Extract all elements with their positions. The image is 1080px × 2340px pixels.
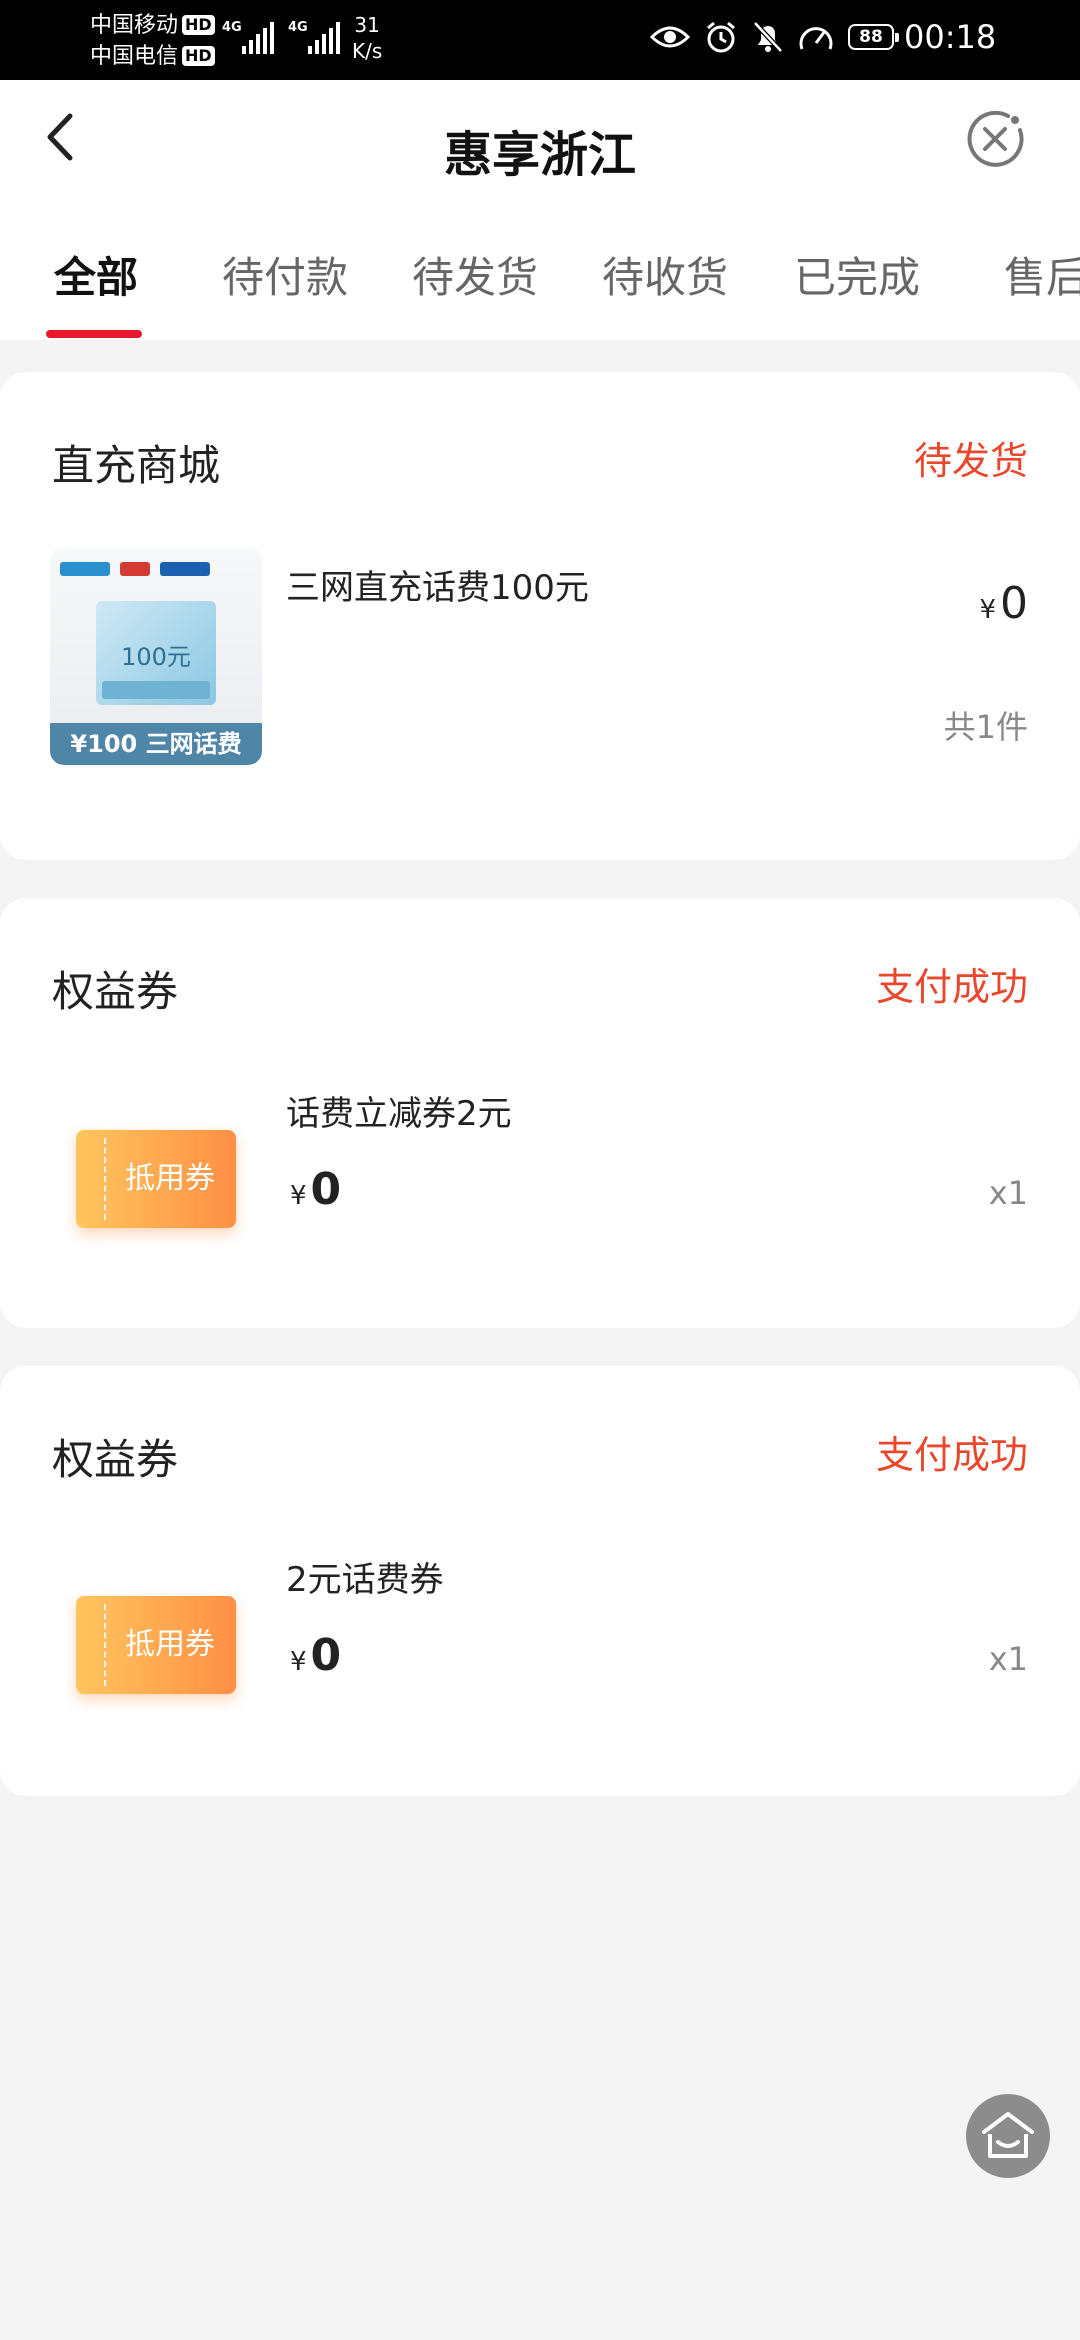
tab-pending-payment[interactable]: 待付款 — [222, 244, 348, 305]
clock: 00:18 — [904, 18, 997, 56]
order-status: 待发货 — [913, 439, 1028, 483]
network-speed: 31 K/s — [352, 13, 383, 63]
order-card[interactable]: 权益券 支付成功 抵用券 2元话费券 ¥0 x1 — [0, 1366, 1080, 1796]
floating-home-button[interactable] — [966, 2094, 1050, 2178]
tab-pending-shipment[interactable]: 待发货 — [412, 244, 538, 305]
signal-icon: 4G — [288, 18, 340, 54]
product-image: 100元 ¥100 三网话费 — [50, 547, 262, 765]
carrier-2: 中国电信 — [90, 44, 179, 69]
order-status: 支付成功 — [875, 1433, 1028, 1477]
order-status: 支付成功 — [875, 965, 1028, 1009]
item-count: 共1件 — [943, 708, 1028, 746]
tab-all[interactable]: 全部 — [54, 244, 138, 305]
coupon-image: 抵用券 — [76, 1130, 236, 1228]
item-quantity: x1 — [988, 1174, 1028, 1212]
product-name: 话费立减券2元 — [286, 1094, 512, 1134]
hd-badge: HD — [182, 15, 215, 35]
tab-after-sales[interactable]: 售后 — [1004, 244, 1080, 305]
battery-icon: 88 — [848, 24, 899, 50]
product-price: ¥0 — [290, 1630, 342, 1681]
product-name: 三网直充话费100元 — [286, 568, 589, 608]
signal-strength: 4G 4G — [222, 18, 340, 54]
product-image-caption: ¥100 三网话费 — [50, 723, 262, 765]
alarm-icon — [707, 21, 735, 53]
speedometer-icon — [799, 27, 833, 50]
product-price: ¥0 — [290, 1164, 342, 1215]
status-bar: 中国移动 HD 中国电信 HD 4G 4G 31 K/s 88 00:18 — [0, 0, 1080, 80]
product-price: ¥0 — [979, 578, 1028, 629]
back-button[interactable] — [36, 108, 96, 168]
shop-name: 权益券 — [52, 967, 179, 1016]
close-circle-icon — [967, 110, 1024, 167]
carrier-info: 中国移动 HD 中国电信 HD — [90, 10, 215, 72]
carrier-1: 中国移动 — [90, 13, 179, 38]
home-icon — [982, 2112, 1034, 2158]
status-icons: 88 — [650, 20, 899, 54]
app-header: 惠享浙江 — [0, 80, 1080, 210]
mute-bell-icon — [753, 21, 783, 53]
order-status-tabs: 全部 待付款 待发货 待收货 已完成 售后 — [0, 210, 1080, 340]
close-button[interactable] — [964, 108, 1026, 170]
page-title: 惠享浙江 — [443, 127, 636, 183]
shop-name: 权益券 — [52, 1435, 179, 1484]
hd-badge: HD — [182, 46, 215, 66]
carrier-logos — [60, 555, 252, 583]
tab-pending-receipt[interactable]: 待收货 — [602, 244, 728, 305]
eye-icon — [650, 26, 690, 48]
signal-icon: 4G — [222, 18, 274, 54]
product-name: 2元话费券 — [286, 1560, 444, 1600]
item-quantity: x1 — [988, 1640, 1028, 1678]
tab-completed[interactable]: 已完成 — [794, 244, 920, 305]
shop-name: 直充商城 — [52, 441, 221, 490]
chevron-left-icon — [47, 113, 73, 161]
order-card[interactable]: 直充商城 待发货 100元 ¥100 三网话费 三网直充话费100元 ¥0 共1… — [0, 372, 1080, 860]
active-tab-indicator — [46, 330, 142, 338]
order-card[interactable]: 权益券 支付成功 抵用券 话费立减券2元 ¥0 x1 — [0, 898, 1080, 1328]
recharge-card-graphic: 100元 — [96, 601, 216, 705]
coupon-image: 抵用券 — [76, 1596, 236, 1694]
